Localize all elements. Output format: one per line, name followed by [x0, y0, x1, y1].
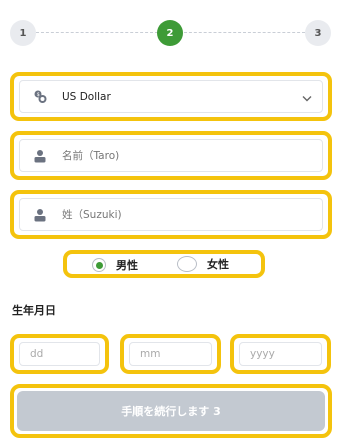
gender-option-female[interactable]: 女性	[177, 256, 229, 272]
stepper-connector	[184, 32, 305, 33]
coins-icon: $	[32, 89, 48, 105]
continue-button-wrapper: 手順を続行します 3	[10, 384, 332, 438]
user-icon	[32, 148, 48, 164]
last-name-field[interactable]: 姓（Suzuki)	[10, 190, 332, 239]
currency-value: US Dollar	[62, 90, 111, 103]
progress-stepper: 1 2 3	[10, 20, 331, 46]
last-name-placeholder: 姓（Suzuki)	[62, 209, 122, 221]
first-name-field[interactable]: 名前（Taro)	[10, 131, 332, 180]
dob-title: 生年月日	[12, 304, 56, 317]
gender-male-label: 男性	[116, 259, 138, 272]
gender-option-male[interactable]: 男性	[92, 257, 138, 273]
dob-day-field[interactable]: dd	[10, 334, 109, 374]
step-1: 1	[10, 20, 36, 46]
currency-select[interactable]: $ US Dollar	[10, 72, 332, 121]
chevron-down-icon	[302, 87, 312, 106]
dob-day-placeholder: dd	[30, 348, 44, 360]
step-2-active: 2	[157, 20, 183, 46]
step-3: 3	[305, 20, 331, 46]
first-name-placeholder: 名前（Taro)	[62, 150, 120, 162]
dob-year-field[interactable]: yyyy	[230, 334, 331, 374]
radio-selected-dot	[95, 261, 103, 269]
radio-male[interactable]	[92, 258, 106, 272]
dob-month-placeholder: mm	[140, 348, 161, 360]
continue-button[interactable]: 手順を続行します 3	[17, 391, 325, 431]
dob-year-placeholder: yyyy	[250, 348, 275, 360]
stepper-connector	[36, 32, 158, 33]
gender-selector: 男性 女性	[63, 250, 265, 278]
gender-female-label: 女性	[207, 258, 229, 271]
radio-female[interactable]	[177, 256, 197, 272]
user-icon	[32, 207, 48, 223]
dob-month-field[interactable]: mm	[120, 334, 221, 374]
svg-text:$: $	[37, 91, 40, 97]
